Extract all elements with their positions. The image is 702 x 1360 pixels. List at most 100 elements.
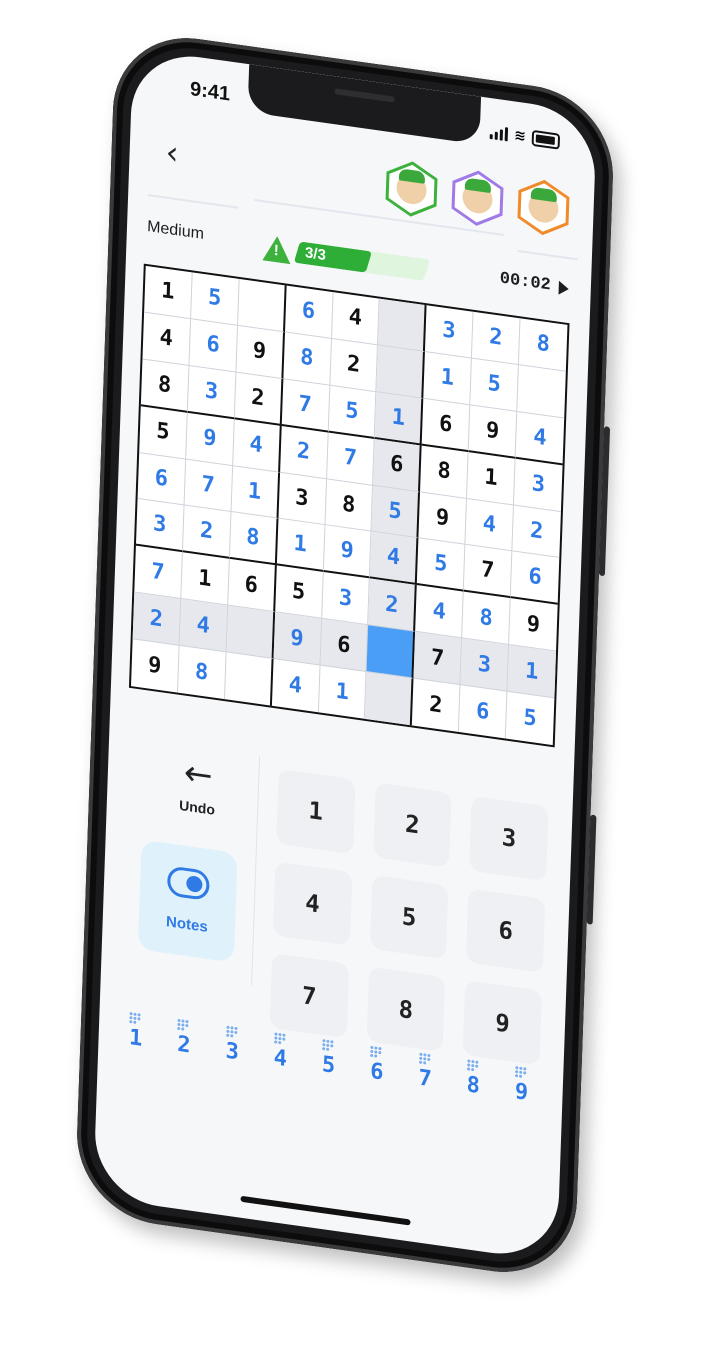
sudoku-cell[interactable]: 1 — [276, 518, 325, 573]
sudoku-cell[interactable]: 6 — [284, 285, 334, 339]
sudoku-cell[interactable]: 9 — [186, 412, 235, 466]
number-counter[interactable]: 6 — [359, 1044, 394, 1087]
sudoku-cell[interactable]: 6 — [137, 452, 187, 506]
sudoku-cell[interactable]: 2 — [132, 592, 182, 646]
play-icon[interactable] — [558, 280, 569, 296]
number-counter[interactable]: 4 — [263, 1031, 298, 1074]
sudoku-cell[interactable]: 4 — [370, 532, 419, 586]
sudoku-cell[interactable] — [517, 365, 566, 419]
sudoku-cell[interactable]: 8 — [324, 478, 374, 533]
sudoku-cell[interactable]: 3 — [187, 365, 237, 420]
sudoku-cell[interactable]: 6 — [459, 685, 508, 739]
sudoku-cell[interactable]: 8 — [420, 445, 469, 499]
sudoku-cell[interactable]: 9 — [236, 325, 285, 379]
number-counter[interactable]: 8 — [456, 1058, 491, 1101]
number-key[interactable]: 9 — [462, 980, 543, 1066]
sudoku-cell[interactable]: 6 — [421, 398, 471, 452]
sudoku-cell[interactable]: 3 — [135, 499, 185, 553]
sudoku-cell[interactable] — [378, 298, 427, 352]
sudoku-cell[interactable]: 2 — [412, 678, 461, 733]
sudoku-cell[interactable]: 3 — [425, 305, 474, 359]
sudoku-cell[interactable]: 5 — [274, 565, 324, 619]
sudoku-cell[interactable]: 3 — [460, 638, 510, 692]
sudoku-cell[interactable]: 3 — [514, 458, 563, 512]
sudoku-cell[interactable] — [226, 605, 275, 660]
sudoku-cell[interactable]: 4 — [232, 419, 282, 473]
sudoku-cell[interactable]: 8 — [518, 318, 568, 372]
sudoku-cell[interactable] — [224, 652, 274, 706]
sudoku-cell[interactable]: 7 — [463, 545, 513, 599]
sudoku-cell[interactable]: 9 — [131, 639, 180, 693]
sudoku-cell[interactable]: 7 — [184, 459, 233, 513]
sudoku-cell[interactable]: 2 — [329, 338, 379, 393]
number-counter[interactable]: 1 — [118, 1011, 153, 1054]
sudoku-cell[interactable]: 9 — [418, 491, 468, 546]
sudoku-cell[interactable]: 4 — [271, 659, 321, 713]
sudoku-cell[interactable]: 1 — [318, 665, 367, 719]
number-counter[interactable]: 9 — [504, 1065, 539, 1108]
sudoku-cell[interactable]: 7 — [413, 632, 463, 686]
sudoku-cell[interactable]: 4 — [415, 585, 464, 639]
number-key[interactable]: 8 — [366, 966, 446, 1052]
sudoku-cell[interactable]: 9 — [323, 525, 372, 579]
sudoku-cell[interactable]: 5 — [139, 405, 188, 460]
sudoku-cell[interactable]: 6 — [320, 618, 369, 673]
number-key[interactable]: 5 — [369, 874, 449, 960]
sudoku-cell[interactable] — [237, 278, 287, 333]
sudoku-cell[interactable]: 2 — [182, 505, 232, 560]
sudoku-cell[interactable]: 3 — [321, 572, 371, 626]
number-counter[interactable]: 3 — [215, 1024, 250, 1067]
number-counter[interactable]: 7 — [408, 1051, 443, 1094]
sudoku-cell[interactable] — [366, 625, 416, 679]
sudoku-cell[interactable]: 8 — [229, 512, 279, 566]
sudoku-cell[interactable]: 5 — [417, 538, 466, 592]
sudoku-cell[interactable]: 1 — [231, 465, 280, 519]
sudoku-cell[interactable]: 5 — [190, 272, 240, 326]
sudoku-cell[interactable]: 2 — [368, 578, 418, 633]
sudoku-cell[interactable]: 2 — [472, 311, 521, 366]
sudoku-cell[interactable]: 8 — [462, 591, 511, 646]
sudoku-cell[interactable]: 9 — [509, 598, 558, 652]
sudoku-cell[interactable]: 4 — [179, 599, 228, 653]
sudoku-cell[interactable]: 3 — [278, 472, 327, 526]
number-key[interactable]: 6 — [466, 888, 546, 974]
sudoku-cell[interactable]: 6 — [373, 438, 422, 492]
sudoku-cell[interactable]: 4 — [515, 411, 565, 465]
sudoku-cell[interactable]: 1 — [375, 392, 424, 446]
sudoku-cell[interactable]: 8 — [140, 359, 190, 413]
number-counter[interactable]: 5 — [311, 1038, 346, 1081]
sudoku-cell[interactable]: 1 — [507, 645, 557, 699]
number-key[interactable]: 3 — [469, 795, 549, 881]
sudoku-cell[interactable]: 7 — [134, 546, 183, 600]
notes-toggle-button[interactable]: Notes — [137, 839, 238, 963]
back-button[interactable]: ‹ — [165, 133, 179, 173]
sudoku-cell[interactable]: 1 — [423, 351, 473, 406]
sudoku-cell[interactable]: 2 — [234, 372, 284, 426]
sudoku-cell[interactable]: 1 — [467, 451, 516, 506]
number-key[interactable]: 1 — [276, 768, 356, 854]
sudoku-cell[interactable]: 9 — [468, 405, 518, 459]
sudoku-cell[interactable]: 8 — [283, 332, 332, 386]
sudoku-cell[interactable]: 5 — [328, 385, 377, 439]
sudoku-cell[interactable]: 2 — [512, 505, 561, 559]
sudoku-cell[interactable] — [376, 345, 426, 399]
sudoku-cell[interactable]: 6 — [227, 559, 277, 613]
sudoku-cell[interactable]: 6 — [510, 551, 560, 606]
sudoku-cell[interactable]: 6 — [189, 319, 238, 373]
sudoku-cell[interactable]: 1 — [181, 552, 230, 606]
number-key[interactable]: 2 — [372, 782, 452, 868]
undo-button[interactable]: ← Undo — [157, 752, 239, 821]
sudoku-cell[interactable]: 4 — [331, 292, 381, 346]
sudoku-cell[interactable]: 1 — [144, 265, 193, 320]
number-key[interactable]: 4 — [272, 861, 353, 947]
sudoku-cell[interactable] — [365, 672, 414, 726]
purple-hexagon-avatar-icon[interactable] — [451, 167, 505, 230]
sudoku-cell[interactable]: 4 — [465, 498, 515, 552]
sudoku-cell[interactable]: 2 — [279, 425, 329, 479]
sudoku-cell[interactable]: 8 — [177, 645, 227, 700]
number-counter[interactable]: 2 — [167, 1017, 202, 1060]
sudoku-cell[interactable]: 7 — [326, 432, 376, 486]
sudoku-cell[interactable]: 5 — [506, 692, 554, 745]
orange-hexagon-avatar-icon[interactable] — [517, 176, 571, 239]
sudoku-cell[interactable]: 9 — [273, 612, 322, 666]
